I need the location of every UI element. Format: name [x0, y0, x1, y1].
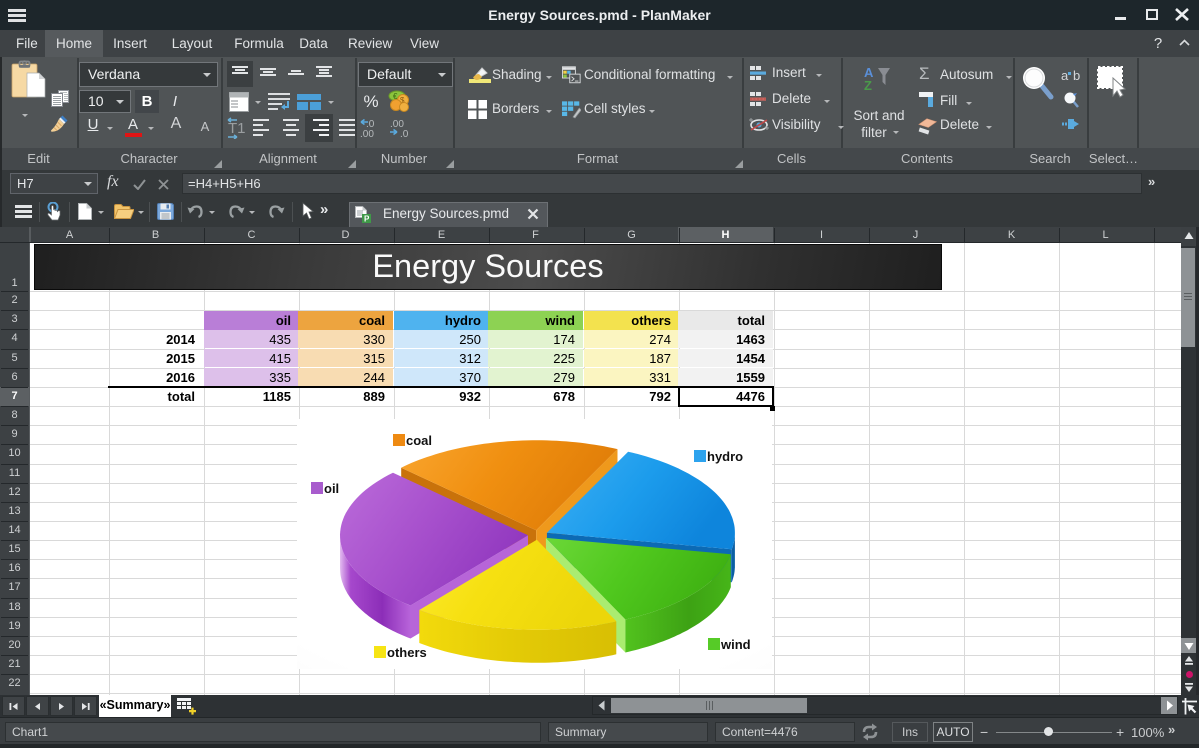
svg-text:P: P — [364, 215, 370, 224]
svg-text:Z: Z — [864, 78, 872, 92]
svg-text:.00: .00 — [360, 129, 374, 138]
svg-text:.0: .0 — [400, 129, 409, 138]
